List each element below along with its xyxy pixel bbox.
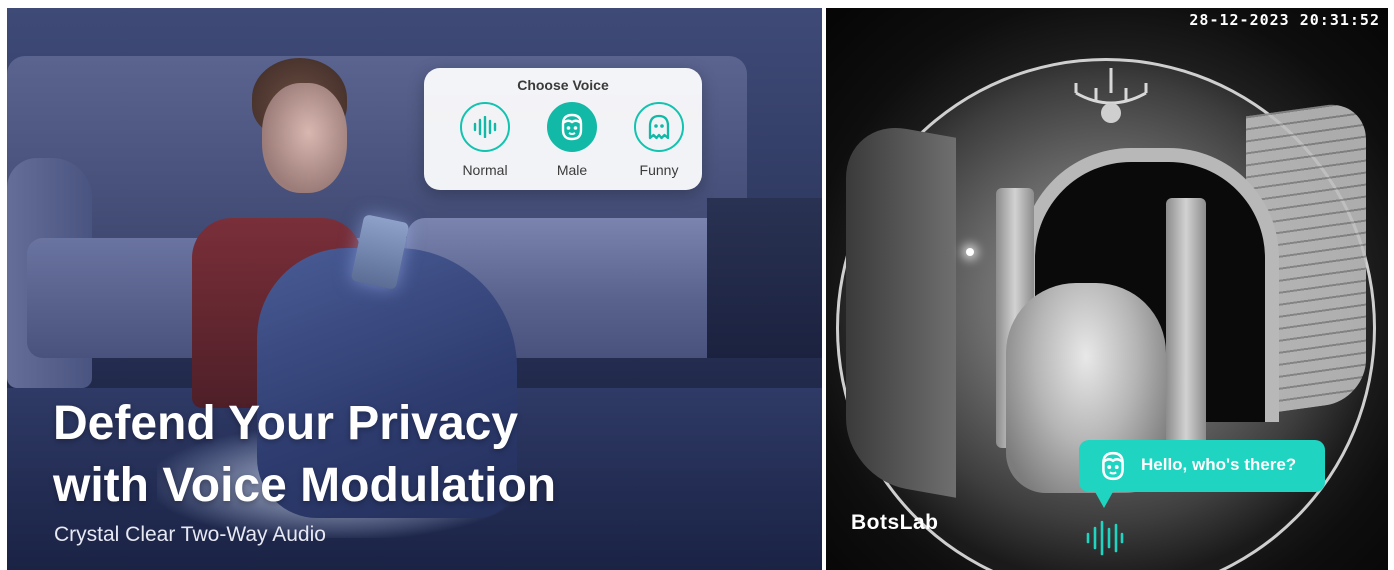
voice-option-normal[interactable]: Normal	[450, 102, 526, 186]
voice-option-label: Funny	[639, 162, 679, 178]
voice-option-funny[interactable]: Funny	[624, 102, 700, 186]
speech-bubble: Hello, who's there?	[1079, 440, 1325, 492]
street-light	[966, 248, 974, 256]
doorbell-camera-view: 28-12-2023 20:31:52 Hello, who's there? …	[826, 8, 1388, 570]
speech-bubble-tail	[1094, 490, 1114, 508]
choose-voice-card: Choose Voice Normal Male Funny	[424, 68, 702, 190]
voice-option-male[interactable]: Male	[537, 102, 613, 186]
porch-left-wall	[846, 118, 956, 498]
male-face-icon	[547, 102, 597, 152]
chandelier-icon	[1074, 68, 1148, 123]
camera-timestamp: 28-12-2023 20:31:52	[1189, 11, 1380, 29]
audio-wave-icon	[1086, 520, 1124, 556]
subheadline: Crystal Clear Two-Way Audio	[54, 523, 326, 546]
side-table	[707, 198, 822, 358]
voice-wave-icon	[460, 102, 510, 152]
voice-option-label: Male	[556, 162, 588, 178]
brand-logo: BotsLab	[851, 511, 939, 534]
choose-voice-title: Choose Voice	[517, 77, 609, 93]
headline-line-2: with Voice Modulation	[53, 459, 557, 512]
ghost-icon	[634, 102, 684, 152]
voice-option-label: Normal	[462, 162, 508, 178]
headline: Defend Your Privacy with Voice Modulatio…	[53, 393, 753, 517]
headline-line-1: Defend Your Privacy	[53, 397, 519, 450]
speech-text: Hello, who's there?	[1141, 455, 1297, 474]
promo-panel-voice-modulation: Choose Voice Normal Male Funny Defend Yo…	[7, 8, 822, 570]
porch-pillar-right	[1166, 198, 1206, 448]
person-head	[262, 83, 347, 193]
male-face-icon	[1095, 448, 1131, 484]
